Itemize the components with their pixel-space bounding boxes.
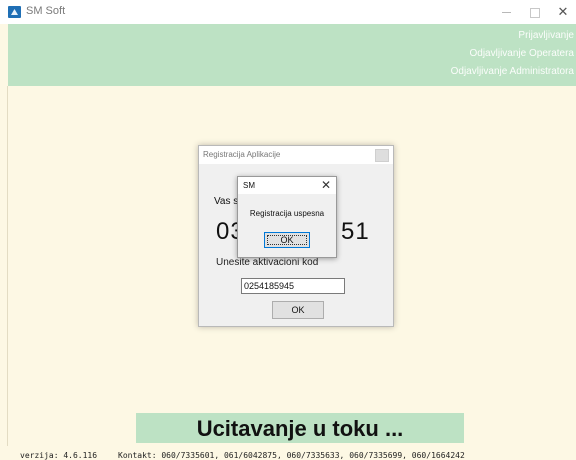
registration-dialog-title-bar: Registracija Aplikacije [199, 146, 393, 164]
loading-banner: Ucitavanje u toku ... [136, 413, 464, 443]
activation-code-input[interactable]: 0254185945 [241, 278, 345, 294]
serial-value-right: 51 [341, 218, 370, 245]
app-logo-icon [8, 6, 21, 18]
window-title: SM Soft [26, 5, 66, 17]
menu-item-login[interactable]: Prijavljivanje [518, 30, 574, 41]
message-box-title: SM [243, 181, 255, 190]
minimize-button[interactable] [491, 2, 521, 22]
header-menu-band: Prijavljivanje Odjavljivanje Operatera O… [8, 24, 576, 86]
message-box-title-bar: SM ✕ [238, 177, 336, 194]
message-ok-button[interactable]: OK [264, 232, 310, 248]
menu-item-logout-operator[interactable]: Odjavljivanje Operatera [470, 48, 575, 59]
close-button[interactable]: ✕ [548, 2, 576, 22]
close-icon: ✕ [557, 4, 569, 19]
maximize-button[interactable] [520, 2, 550, 22]
message-box-close-icon[interactable]: ✕ [321, 178, 331, 192]
maximize-icon [530, 7, 540, 18]
registration-close-button[interactable] [375, 149, 389, 162]
minimize-icon [501, 12, 511, 14]
menu-item-logout-admin[interactable]: Odjavljivanje Administratora [451, 66, 574, 77]
message-box: SM ✕ Registracija uspesna OK [237, 176, 337, 258]
activation-code-label: Unesite aktivacioni kod [216, 257, 319, 268]
window-title-bar: SM Soft ✕ [0, 0, 576, 24]
registration-ok-button[interactable]: OK [272, 301, 324, 319]
frame-divider [7, 86, 8, 446]
registration-dialog-title: Registracija Aplikacije [203, 150, 281, 159]
message-text: Registracija uspesna [249, 209, 325, 218]
